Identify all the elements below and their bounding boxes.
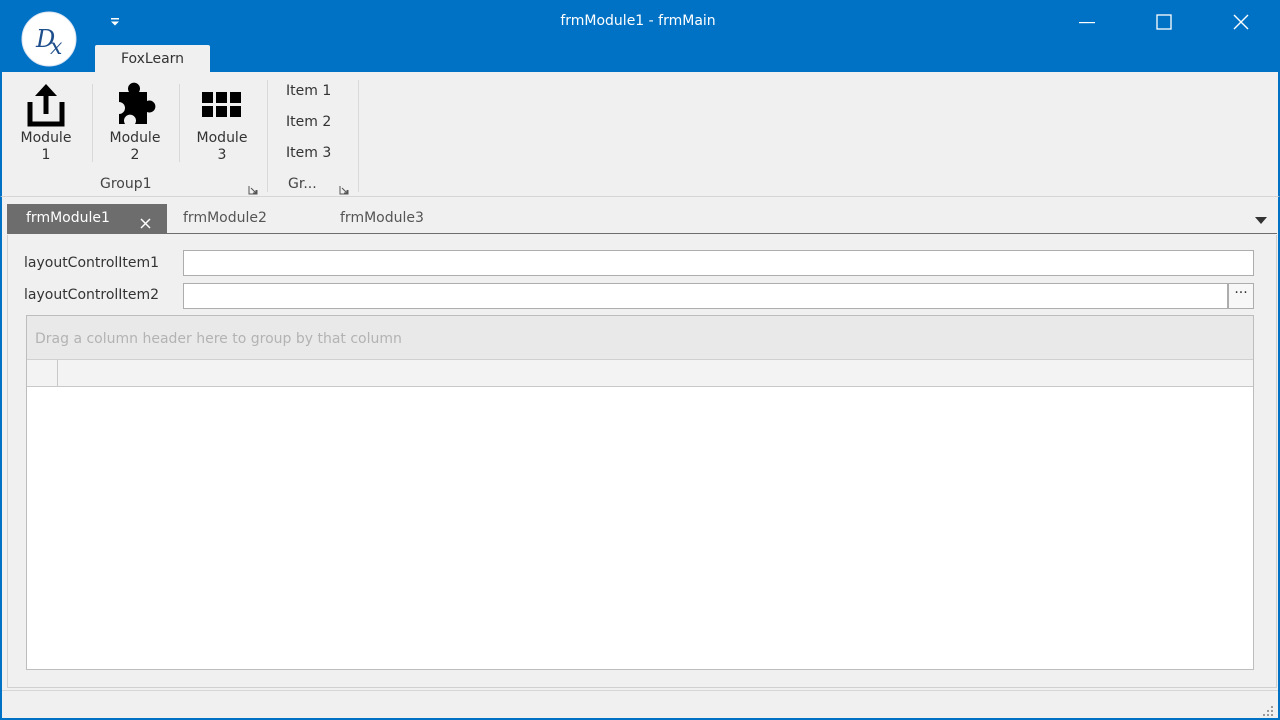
separator bbox=[179, 84, 180, 162]
module2-label-line2: 2 bbox=[130, 147, 140, 163]
module3-label-line1: Module bbox=[196, 130, 248, 146]
close-button[interactable] bbox=[1202, 0, 1280, 44]
group-panel[interactable]: Drag a column header here to group by th… bbox=[27, 316, 1253, 360]
layout-control-item2-label: layoutControlItem2 bbox=[24, 287, 160, 303]
layout-control-item2-textbox[interactable] bbox=[183, 283, 1228, 309]
status-bar bbox=[2, 690, 1278, 718]
module3-button[interactable]: Module 3 bbox=[184, 80, 260, 170]
tab-list-dropdown-icon[interactable] bbox=[1255, 210, 1267, 224]
resize-grip-icon[interactable] bbox=[1262, 702, 1274, 716]
grid-control[interactable]: Drag a column header here to group by th… bbox=[26, 315, 1254, 670]
ribbon-item-2[interactable]: Item 2 bbox=[286, 114, 331, 130]
group-separator bbox=[358, 80, 359, 192]
maximize-icon bbox=[1156, 14, 1172, 30]
layout-control-item1-label: layoutControlItem1 bbox=[24, 255, 160, 271]
tab-frmmodule3[interactable]: frmModule3 bbox=[340, 204, 424, 233]
module1-label-line1: Module bbox=[20, 130, 72, 146]
separator bbox=[92, 84, 93, 162]
title-bar: D x frmModule1 - frmMain FoxLearn bbox=[0, 0, 1280, 73]
module2-label-line1: Module bbox=[109, 130, 161, 146]
group2-dialog-launcher-icon[interactable] bbox=[339, 180, 349, 195]
svg-text:x: x bbox=[50, 35, 63, 60]
grid-icon bbox=[202, 92, 241, 117]
maximize-button[interactable] bbox=[1125, 0, 1203, 44]
column-header-row[interactable] bbox=[27, 360, 1253, 387]
module1-button[interactable]: Module 1 bbox=[8, 80, 84, 170]
module2-button[interactable]: Module 2 bbox=[97, 80, 173, 170]
ellipsis-button[interactable]: ··· bbox=[1228, 283, 1254, 309]
ribbon-panel: Module 1 Module 2 Module 3 Group1 Item 1… bbox=[0, 72, 1280, 197]
module3-label-line2: 3 bbox=[217, 147, 227, 163]
row-indicator-header bbox=[27, 360, 58, 386]
close-icon bbox=[1233, 14, 1249, 30]
ribbon-tab-foxlearn[interactable]: FoxLearn bbox=[95, 45, 210, 73]
upload-icon bbox=[27, 84, 65, 127]
tab-close-icon[interactable] bbox=[139, 212, 152, 229]
module1-label-line2: 1 bbox=[41, 147, 51, 163]
tab-frmmodule1[interactable]: frmModule1 bbox=[7, 204, 167, 233]
ribbon-item-1[interactable]: Item 1 bbox=[286, 83, 331, 99]
minimize-icon bbox=[1079, 22, 1095, 24]
mdi-tab-strip: frmModule1 frmModule2 frmModule3 bbox=[0, 197, 1280, 235]
tab-frmmodule2[interactable]: frmModule2 bbox=[183, 204, 267, 233]
group2-caption: Gr... bbox=[288, 176, 317, 192]
ribbon-item-3[interactable]: Item 3 bbox=[286, 145, 331, 161]
layout-control-item1-textbox[interactable] bbox=[183, 250, 1254, 276]
minimize-button[interactable] bbox=[1048, 0, 1126, 44]
group-separator bbox=[267, 80, 268, 192]
tab-label: frmModule1 bbox=[26, 210, 110, 226]
puzzle-icon bbox=[119, 82, 156, 124]
group1-caption: Group1 bbox=[100, 176, 152, 192]
group1-dialog-launcher-icon[interactable] bbox=[248, 180, 258, 195]
